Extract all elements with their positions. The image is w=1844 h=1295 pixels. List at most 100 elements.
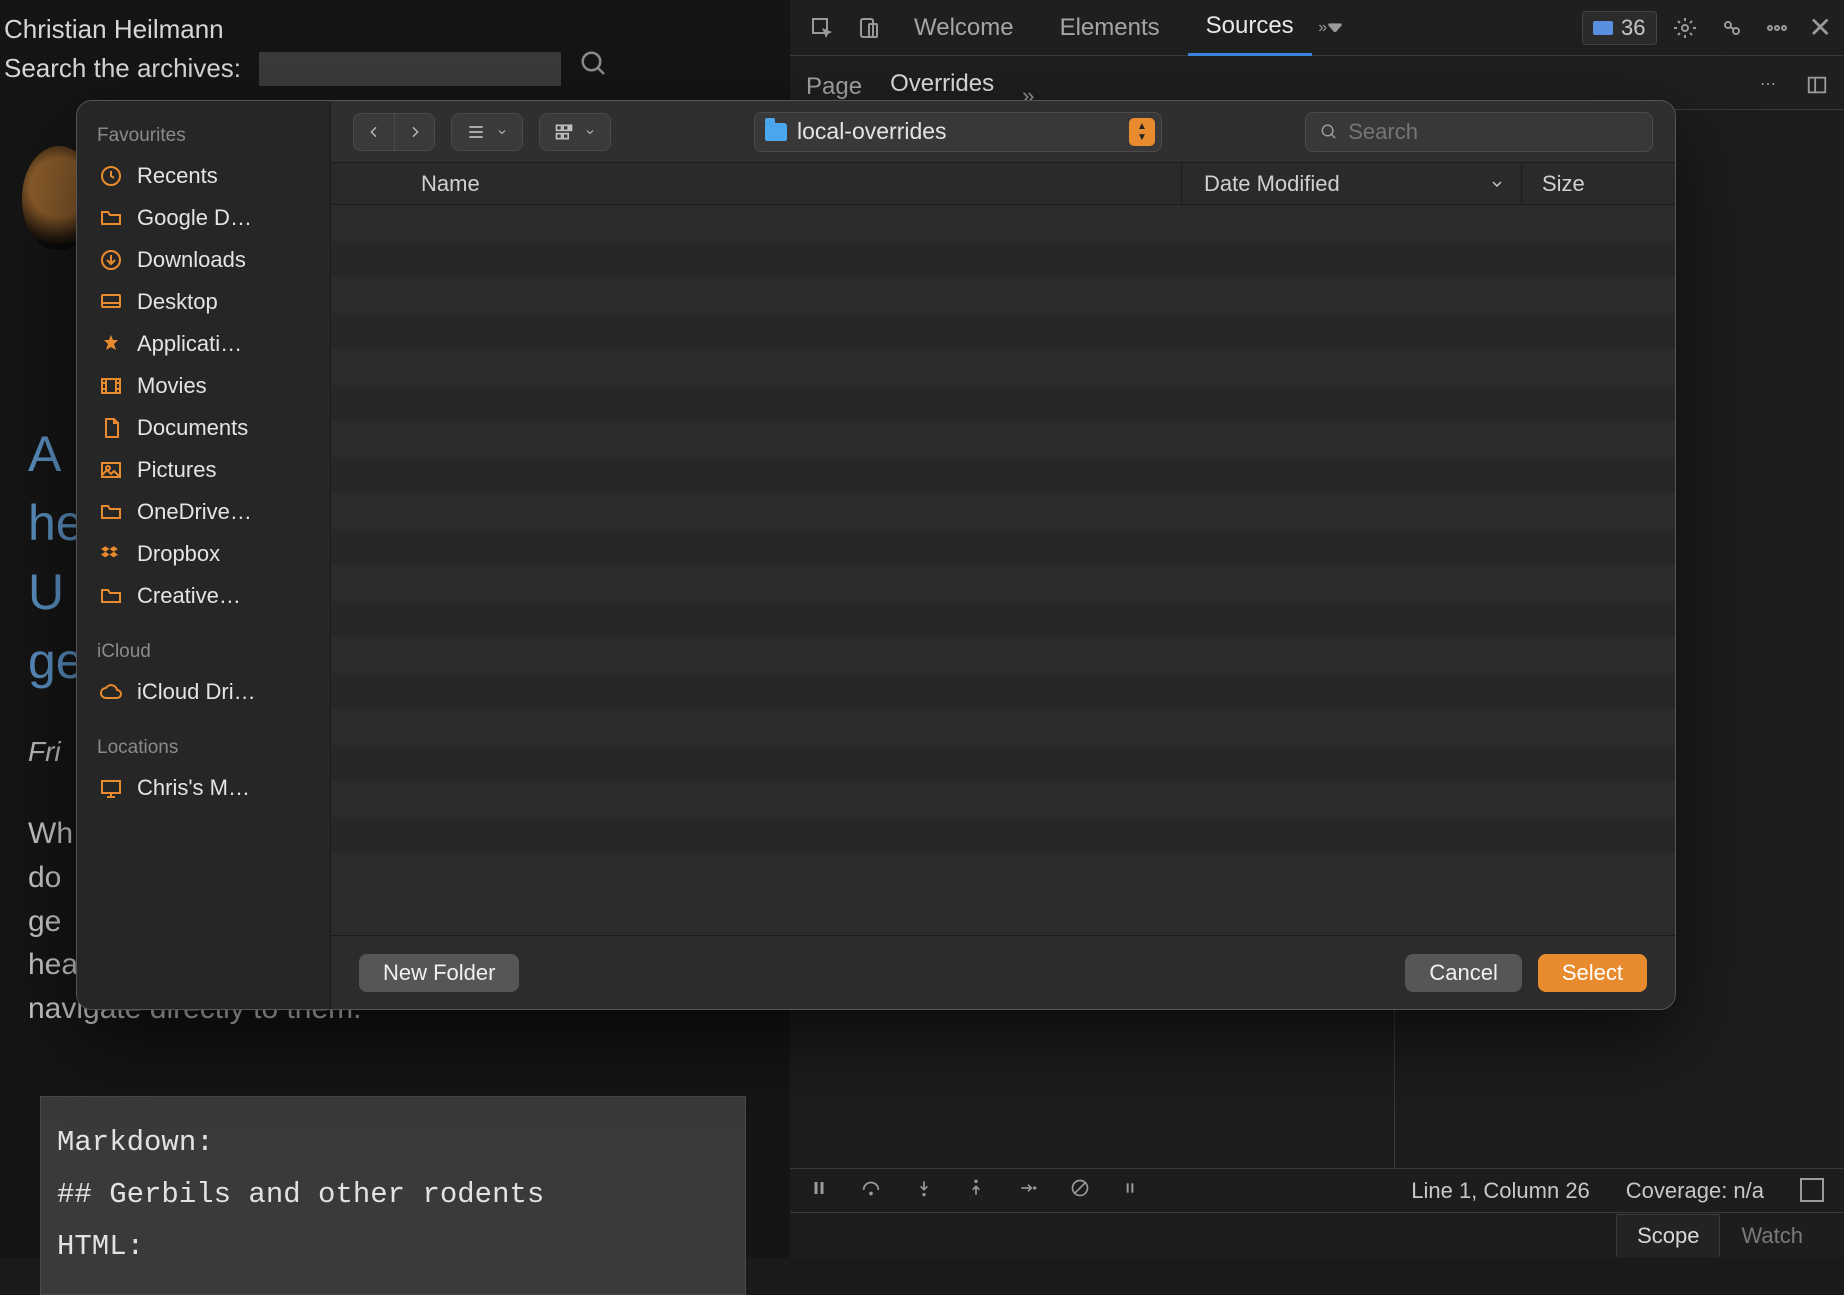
file-list [331, 205, 1675, 935]
sidebar-item-downloads[interactable]: Downloads [77, 239, 330, 281]
nav-back-forward [353, 113, 435, 151]
tab-watch[interactable]: Watch [1720, 1214, 1824, 1257]
file-picker-dialog: Favourites Recents Google D… Downloads D… [76, 100, 1676, 1010]
list-row[interactable] [331, 745, 1675, 781]
list-row[interactable] [331, 817, 1675, 853]
site-title: Christian Heilmann [4, 14, 772, 45]
tab-scope[interactable]: Scope [1616, 1214, 1720, 1257]
list-row[interactable] [331, 673, 1675, 709]
finder-search-input[interactable] [1348, 119, 1638, 145]
device-toggle-icon[interactable] [850, 10, 886, 46]
folder-icon [99, 584, 123, 608]
step-out-icon[interactable] [966, 1178, 986, 1203]
view-list-button[interactable] [451, 113, 523, 151]
sidebar-item-desktop[interactable]: Desktop [77, 281, 330, 323]
select-button[interactable]: Select [1538, 954, 1647, 992]
sidebar-item-movies[interactable]: Movies [77, 365, 330, 407]
sidebar-item-creative[interactable]: Creative… [77, 575, 330, 617]
sidebar-item-label: Downloads [137, 247, 246, 273]
sidebar-item-pictures[interactable]: Pictures [77, 449, 330, 491]
forward-button[interactable] [394, 114, 434, 150]
pause-on-exceptions-icon[interactable] [1122, 1180, 1138, 1201]
step-into-icon[interactable] [914, 1178, 934, 1203]
list-row[interactable] [331, 637, 1675, 673]
current-folder-label: local-overrides [797, 118, 1119, 145]
sidebar-item-documents[interactable]: Documents [77, 407, 330, 449]
sidebar-section-locations: Locations [77, 731, 330, 767]
chevron-down-icon [1489, 176, 1505, 192]
list-row[interactable] [331, 277, 1675, 313]
stepper-icon: ▲▼ [1129, 118, 1155, 146]
sidebar-item-onedrive[interactable]: OneDrive… [77, 491, 330, 533]
article-date: Fri [28, 736, 61, 768]
list-row[interactable] [331, 781, 1675, 817]
tab-sources[interactable]: Sources [1188, 0, 1312, 56]
sidebar-item-label: OneDrive… [137, 499, 252, 525]
deactivate-breakpoints-icon[interactable] [1070, 1178, 1090, 1203]
gear-icon[interactable] [1667, 10, 1703, 46]
clock-icon [99, 164, 123, 188]
list-row[interactable] [331, 565, 1675, 601]
document-icon [99, 416, 123, 440]
finder-search[interactable] [1305, 112, 1653, 152]
list-row[interactable] [331, 349, 1675, 385]
search-icon[interactable] [579, 49, 609, 88]
issues-badge[interactable]: 36 [1582, 11, 1656, 45]
kebab-icon[interactable] [1759, 10, 1795, 46]
sidebar-item-label: Movies [137, 373, 207, 399]
back-button[interactable] [354, 114, 394, 150]
sidebar-item-applications[interactable]: Applicati… [77, 323, 330, 365]
list-row[interactable] [331, 205, 1675, 241]
new-folder-button[interactable]: New Folder [359, 954, 519, 992]
sidebar-item-label: Google D… [137, 205, 252, 231]
code-block: Markdown: ## Gerbils and other rodents H… [40, 1096, 746, 1295]
computer-icon [99, 776, 123, 800]
list-row[interactable] [331, 493, 1675, 529]
cursor-position: Line 1, Column 26 [1411, 1178, 1590, 1204]
folder-icon [99, 206, 123, 230]
sidebar-item-label: Recents [137, 163, 218, 189]
sidebar-item-dropbox[interactable]: Dropbox [77, 533, 330, 575]
panel-layout-icon[interactable] [1806, 74, 1828, 101]
sidebar-section-favourites: Favourites [77, 119, 330, 155]
view-group-button[interactable] [539, 113, 611, 151]
list-row[interactable] [331, 709, 1675, 745]
pause-icon[interactable] [810, 1179, 828, 1202]
column-name[interactable]: Name [331, 171, 1181, 197]
coverage-status: Coverage: n/a [1626, 1178, 1764, 1204]
more-tabs-icon[interactable]: » [1322, 10, 1358, 46]
tab-elements[interactable]: Elements [1042, 0, 1178, 56]
list-row[interactable] [331, 241, 1675, 277]
list-row[interactable] [331, 385, 1675, 421]
cancel-button[interactable]: Cancel [1405, 954, 1521, 992]
step-over-icon[interactable] [860, 1177, 882, 1204]
file-picker-sidebar: Favourites Recents Google D… Downloads D… [77, 101, 331, 1009]
sidebar-item-label: Chris's M… [137, 775, 250, 801]
issues-swatch-icon [1593, 21, 1613, 35]
list-row[interactable] [331, 529, 1675, 565]
list-row[interactable] [331, 313, 1675, 349]
archives-input[interactable] [259, 52, 561, 86]
list-row[interactable] [331, 421, 1675, 457]
sidebar-item-recents[interactable]: Recents [77, 155, 330, 197]
sidebar-item-icloud-drive[interactable]: iCloud Dri… [77, 671, 330, 713]
list-row[interactable] [331, 457, 1675, 493]
step-icon[interactable] [1018, 1178, 1038, 1203]
tab-welcome[interactable]: Welcome [896, 0, 1032, 56]
toggle-sidebar-icon[interactable] [1800, 1178, 1824, 1202]
activity-icon[interactable] [1713, 10, 1749, 46]
kebab-icon[interactable]: ⋯ [1760, 74, 1776, 101]
sidebar-item-chris-mac[interactable]: Chris's M… [77, 767, 330, 809]
cloud-icon [99, 680, 123, 704]
sidebar-item-label: Creative… [137, 583, 241, 609]
current-folder-dropdown[interactable]: local-overrides ▲▼ [754, 112, 1162, 152]
inspect-icon[interactable] [804, 10, 840, 46]
column-size[interactable]: Size [1521, 163, 1675, 204]
archives-label: Search the archives: [4, 53, 241, 84]
list-row[interactable] [331, 601, 1675, 637]
folder-icon [99, 500, 123, 524]
sidebar-item-google-drive[interactable]: Google D… [77, 197, 330, 239]
column-date-modified[interactable]: Date Modified [1181, 163, 1521, 204]
sidebar-item-label: iCloud Dri… [137, 679, 256, 705]
close-icon[interactable]: ✕ [1805, 11, 1836, 44]
